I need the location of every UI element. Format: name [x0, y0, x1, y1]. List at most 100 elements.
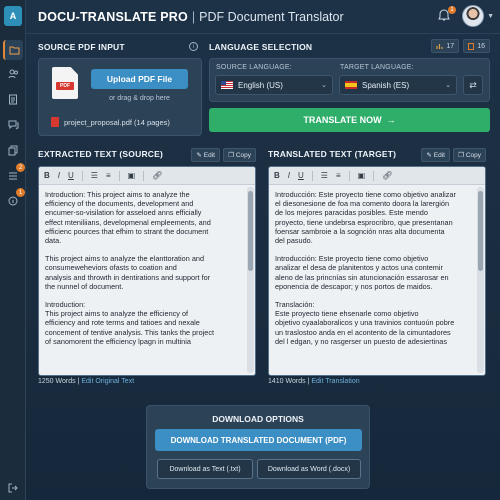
arrow-right-icon: → [386, 115, 396, 125]
source-paragraph: This project aims to analyze the elantto… [45, 254, 211, 291]
language-stats: 17 16 [431, 39, 490, 53]
download-pdf-button[interactable]: DOWNLOAD TRANSLATED DOCUMENT (PDF) [155, 429, 362, 451]
bullet-list-icon[interactable]: ☰ [91, 171, 98, 180]
files-icon [8, 145, 18, 155]
image-icon[interactable]: ▣ [358, 171, 366, 180]
chevron-down-icon: ⌄ [321, 82, 327, 89]
numbered-list-icon[interactable]: ≡ [106, 171, 111, 180]
upload-dropzone[interactable]: PDF Upload PDF File or drag & drop here … [38, 58, 202, 136]
sidebar: A 2 1 [0, 0, 26, 500]
swap-languages-button[interactable]: ⇄ [463, 75, 483, 95]
target-language-value: Spanish (ES) [362, 80, 410, 90]
header: DOCU-TRANSLATE PRO | PDF Document Transl… [26, 0, 500, 34]
source-word-count: 1250 Words [38, 378, 76, 385]
footer-separator: | [307, 378, 310, 385]
translated-title: TRANSLATED TEXT (TARGET) [268, 149, 397, 159]
sidebar-item-files[interactable] [3, 140, 23, 160]
target-scrollbar-thumb[interactable] [478, 191, 483, 271]
source-scrollbar-thumb[interactable] [248, 191, 253, 271]
source-language-label: SOURCE LANGUAGE: [216, 64, 292, 71]
list-badge: 2 [16, 163, 25, 172]
edit-translation-link[interactable]: Edit Translation [311, 378, 359, 385]
pdf-tag: PDF [56, 82, 74, 90]
bold-icon[interactable]: B [274, 171, 280, 180]
sidebar-item-info[interactable]: 1 [3, 188, 25, 211]
source-text-body[interactable]: Introduction: This project aims to analy… [39, 185, 245, 375]
link-icon[interactable]: 🔗︎ [382, 171, 392, 180]
notifications-button[interactable]: 1 [438, 6, 456, 23]
source-editor-toolbar: B I U ☰ ≡ ▣ 🔗︎ [39, 167, 255, 185]
source-language-select[interactable]: English (US) ⌄ [215, 75, 333, 95]
toolbar-divider [311, 170, 313, 181]
underline-icon[interactable]: U [68, 171, 74, 180]
chevron-down-icon[interactable]: ▼ [487, 13, 494, 20]
underline-icon[interactable]: U [298, 171, 304, 180]
info-icon [8, 196, 18, 206]
es-flag-icon [345, 81, 357, 89]
pencil-icon: ✎ [196, 152, 202, 159]
drag-drop-text: or drag & drop here [109, 95, 170, 102]
italic-icon[interactable]: I [58, 171, 60, 180]
translated-actions: ✎ Edit ❐ Copy [421, 148, 486, 162]
extracted-text-panel: EXTRACTED TEXT (SOURCE) ✎ Edit ❐ Copy B I … [38, 144, 256, 390]
stat-chip-2: 16 [463, 39, 490, 53]
extracted-header: EXTRACTED TEXT (SOURCE) ✎ Edit ❐ Copy [38, 144, 256, 164]
download-docx-button[interactable]: Download as Word (.docx) [257, 459, 361, 479]
app-title: DOCU-TRANSLATE PRO [38, 9, 188, 24]
footer-separator: | [77, 378, 80, 385]
target-paragraph: Translación: Este proyecto tiene ehsenar… [275, 300, 455, 346]
logout-icon [8, 483, 18, 493]
numbered-list-icon[interactable]: ≡ [336, 171, 341, 180]
logout-button[interactable] [3, 478, 23, 498]
upload-pdf-button[interactable]: Upload PDF File [91, 69, 188, 89]
chat-icon [8, 120, 18, 130]
edit-translation-button[interactable]: ✎ Edit [421, 148, 450, 162]
bar-chart-icon [436, 43, 444, 49]
translate-now-button[interactable]: TRANSLATE NOW → [209, 108, 490, 132]
app-logo-icon: A [4, 6, 22, 26]
toolbar-divider [373, 170, 375, 181]
sidebar-item-document[interactable] [3, 89, 23, 109]
download-txt-button[interactable]: Download as Text (.txt) [157, 459, 253, 479]
avatar[interactable] [462, 5, 484, 27]
edit-source-button[interactable]: ✎ Edit [191, 148, 220, 162]
edit-label: Edit [203, 151, 215, 159]
info-icon[interactable]: i [189, 42, 198, 51]
sidebar-item-list[interactable]: 2 [3, 163, 25, 186]
target-paragraph: Introducción: Este proyecto tiene como o… [275, 254, 449, 291]
toolbar-divider [348, 170, 350, 181]
target-word-count: 1410 Words [268, 378, 306, 385]
source-pdf-panel: SOURCE PDF INPUT i PDF Upload PDF File o… [38, 42, 202, 136]
stat-value-2: 16 [477, 42, 485, 50]
folder-icon [9, 46, 19, 55]
stat-chip-1: 17 [431, 39, 460, 53]
copy-source-button[interactable]: ❐ Copy [222, 148, 256, 162]
sidebar-item-users[interactable] [3, 64, 23, 84]
source-title: SOURCE PDF INPUT [38, 42, 125, 52]
bullet-list-icon[interactable]: ☰ [321, 171, 328, 180]
copy-translation-button[interactable]: ❐ Copy [452, 148, 486, 162]
target-language-label: TARGET LANGUAGE: [340, 64, 414, 71]
edit-original-link[interactable]: Edit Original Text [81, 378, 134, 385]
target-editor[interactable]: B I U ☰ ≡ ▣ 🔗︎ Introducción: Este proyec… [268, 166, 486, 376]
bold-icon[interactable]: B [44, 171, 50, 180]
us-flag-icon [221, 81, 233, 89]
copy-label: Copy [465, 151, 481, 159]
app-subtitle: PDF Document Translator [199, 9, 344, 24]
image-icon[interactable]: ▣ [128, 171, 136, 180]
notification-badge: 1 [448, 6, 456, 14]
sidebar-item-folder[interactable] [3, 40, 23, 60]
copy-label: Copy [235, 151, 251, 159]
extracted-footer: 1250 Words | Edit Original Text [38, 378, 134, 385]
toolbar-divider [118, 170, 120, 181]
language-selectors: SOURCE LANGUAGE: English (US) ⌄ TARGET L… [209, 58, 490, 102]
chevron-down-icon: ⌄ [445, 82, 451, 89]
italic-icon[interactable]: I [288, 171, 290, 180]
sidebar-item-chat[interactable] [3, 115, 23, 135]
target-language-select[interactable]: Spanish (ES) ⌄ [339, 75, 457, 95]
link-icon[interactable]: 🔗︎ [152, 171, 162, 180]
target-paragraph: Introducción: Este proyecto tiene como o… [275, 190, 456, 246]
uploaded-file[interactable]: project_proposal.pdf (14 pages) [51, 117, 170, 127]
target-text-body[interactable]: Introducción: Este proyecto tiene como o… [269, 185, 475, 375]
source-editor[interactable]: B I U ☰ ≡ ▣ 🔗︎ Introduction: This projec… [38, 166, 256, 376]
